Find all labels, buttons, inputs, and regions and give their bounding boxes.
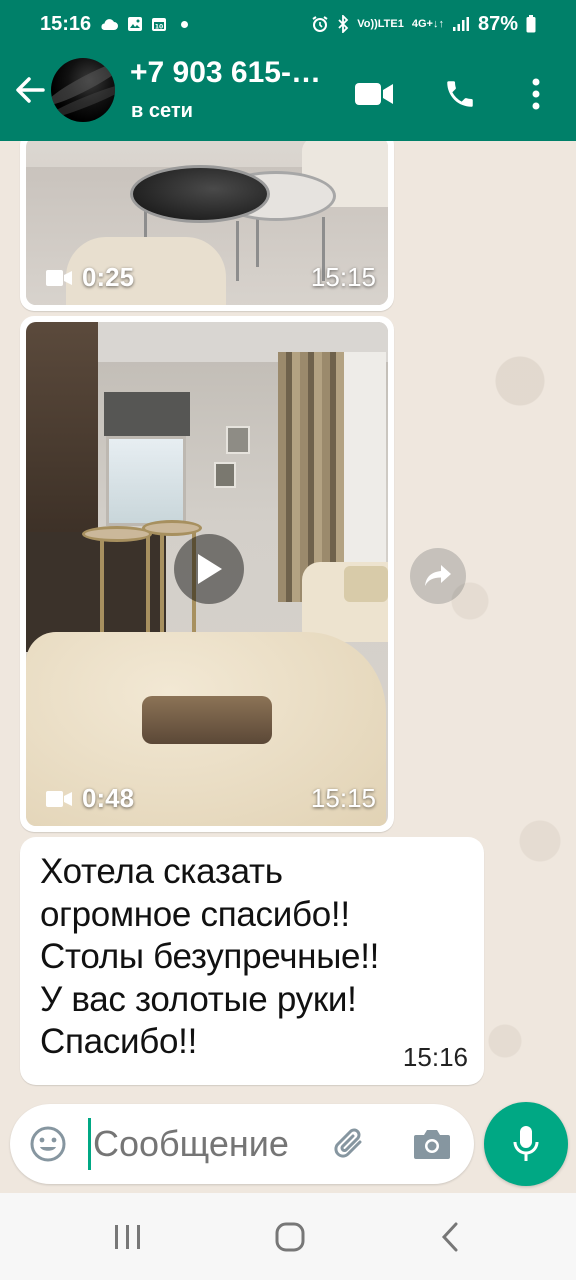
alarm-icon [311,15,329,33]
video-duration: 0:48 [82,783,135,813]
video-call-icon [355,83,393,105]
emoji-button[interactable] [26,1122,70,1166]
message-time: 15:15 [310,262,376,292]
status-bar-left: 15:16 10 [40,12,189,36]
cloud-icon [99,17,119,31]
status-bar-right: Vo)) LTE1 4G+ ↓↑ 87% [311,13,536,36]
video-message[interactable]: 0:25 15:15 [20,141,394,311]
attach-button[interactable] [328,1122,372,1166]
recents-button[interactable] [98,1213,158,1261]
play-icon [198,554,222,584]
video-info: 0:25 [46,262,134,293]
video-call-button[interactable] [350,70,398,118]
message-input[interactable] [88,1118,318,1170]
video-camera-icon [46,790,72,807]
system-nav-bar [0,1193,576,1280]
contact-status: в сети [131,100,193,122]
network-type-label: Vo)) LTE1 [357,18,404,30]
bluetooth-icon [337,15,349,33]
text-message[interactable]: Хотела сказать огромное спасибо!! Столы … [20,837,484,1085]
network-top: Vo)) [357,18,378,30]
voice-message-button[interactable] [484,1102,568,1186]
video-camera-icon [46,269,72,286]
forward-icon [425,565,451,586]
video-duration: 0:25 [82,262,135,292]
battery-icon [526,15,536,33]
mic-icon [513,1126,539,1161]
back-icon [441,1222,458,1252]
home-icon [275,1222,305,1252]
message-text: Хотела сказать огромное спасибо!! Столы … [40,852,380,1061]
forward-button[interactable] [410,548,466,604]
status-time: 15:16 [40,12,92,35]
video-thumbnail[interactable]: 0:25 15:15 [26,141,388,305]
message-time: 15:16 [402,1042,468,1072]
video-message[interactable]: 0:48 15:15 [20,316,394,832]
calendar-icon: 10 [151,16,167,32]
more-options-button[interactable] [512,70,560,118]
message-time: 15:15 [310,783,376,813]
gallery-icon [127,16,143,32]
network-bottom: LTE1 [377,18,404,30]
avatar[interactable] [51,58,115,122]
data-gen-label: 4G+ ↓↑ [411,18,444,30]
status-bar: 15:16 10 Vo)) LTE1 4G+ ↓↑ 87% [0,0,576,48]
home-button[interactable] [260,1213,320,1261]
emoji-icon [30,1126,66,1162]
app-header: 15:16 10 Vo)) LTE1 4G+ ↓↑ 87% +7 903 615… [0,0,576,141]
notification-dot [181,20,189,28]
nav-back-button[interactable] [420,1213,480,1261]
back-arrow-icon [16,77,45,103]
gen-bottom: ↓↑ [432,18,444,30]
more-vert-icon [532,78,540,110]
chat-area[interactable]: 0:25 15:15 0:48 15:15 Хотела сказать огр… [0,141,576,1193]
back-button[interactable] [10,70,50,110]
voice-call-button[interactable] [436,70,484,118]
play-button[interactable] [174,534,244,604]
contact-name[interactable]: +7 903 615-… [130,56,340,90]
recents-icon [115,1225,140,1249]
gen-top: 4G+ [411,18,433,30]
attach-icon [334,1128,362,1158]
video-info: 0:48 [46,783,134,814]
camera-button[interactable] [410,1122,454,1166]
battery-percent: 87% [477,12,518,35]
svg-text:10: 10 [155,24,163,31]
video-thumbnail[interactable]: 0:48 15:15 [26,322,388,826]
composer [10,1104,474,1184]
chat-toolbar: +7 903 615-… в сети [0,48,576,141]
camera-icon [414,1130,450,1159]
phone-icon [447,81,473,107]
signal-icon [452,16,470,32]
